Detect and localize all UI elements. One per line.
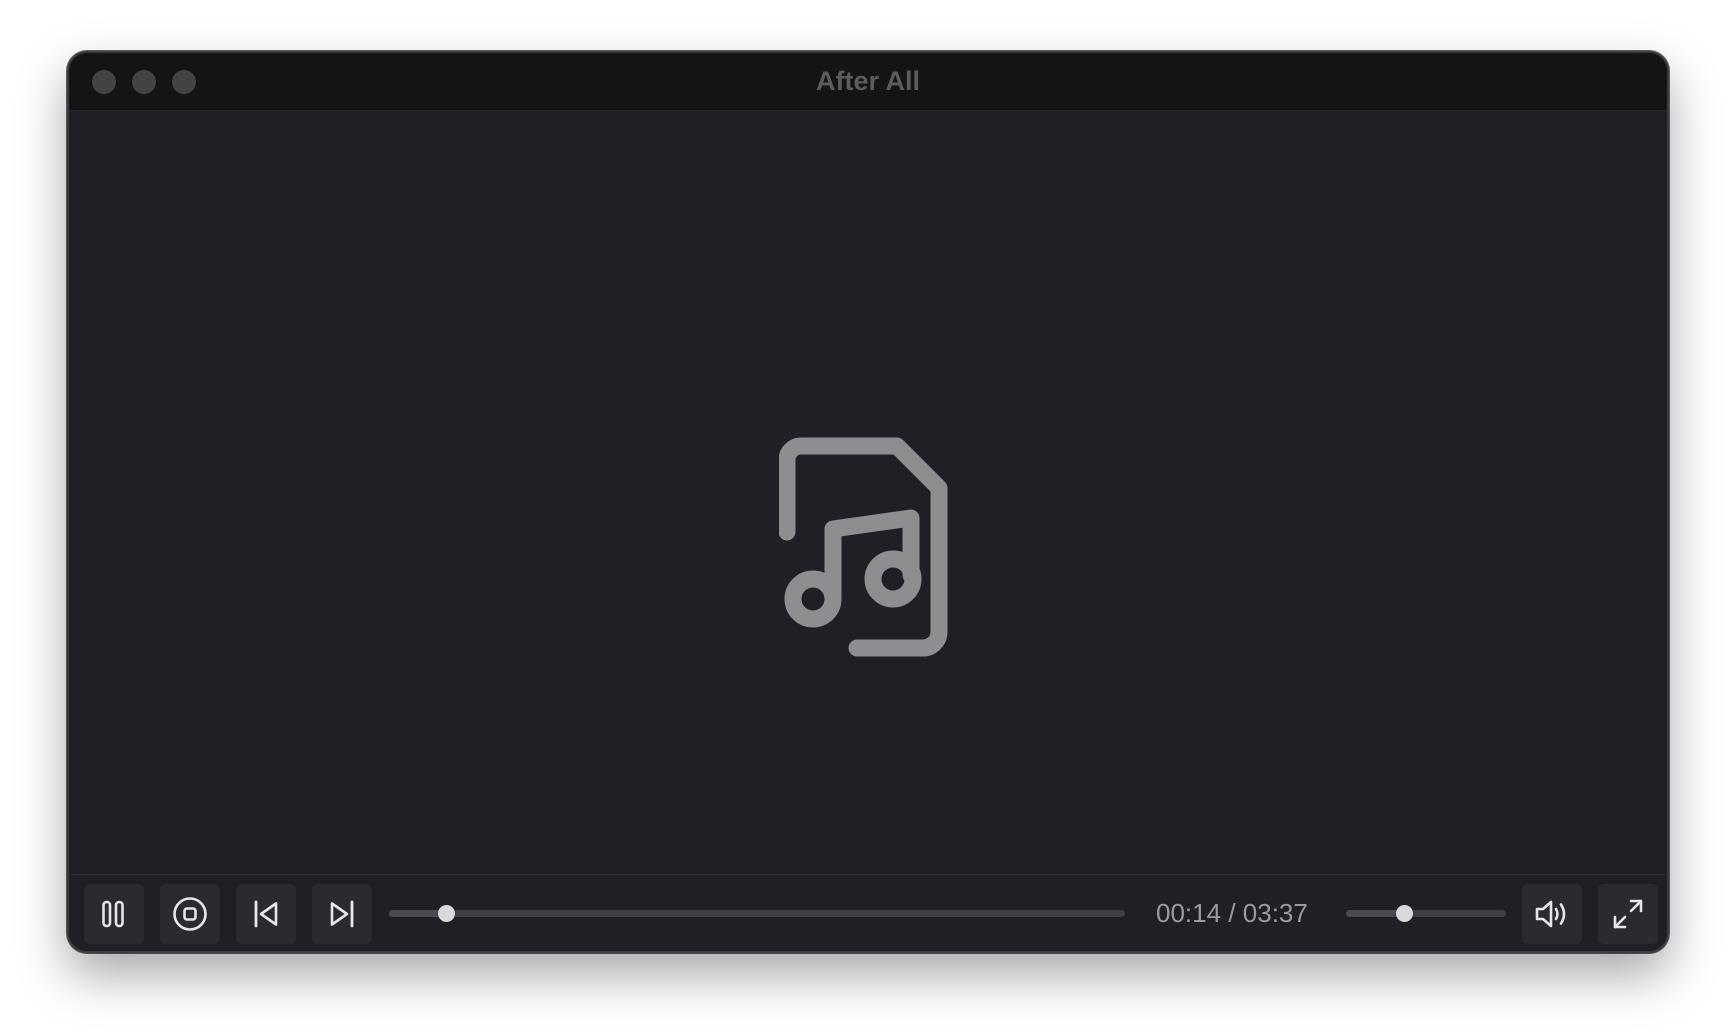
- player-window: After All 00:14 / 03:37: [67, 51, 1669, 953]
- seek-bar[interactable]: [389, 905, 1125, 922]
- expand-icon: [1613, 899, 1643, 929]
- next-track-button[interactable]: [312, 884, 372, 944]
- time-separator: /: [1228, 898, 1236, 928]
- control-bar: 00:14 / 03:37: [69, 874, 1667, 951]
- total-duration: 03:37: [1242, 898, 1308, 928]
- music-file-icon: [779, 437, 948, 657]
- skip-back-icon: [254, 900, 278, 928]
- volume-icon: [1535, 900, 1566, 928]
- volume-button[interactable]: [1522, 884, 1582, 944]
- window-title: After All: [815, 66, 920, 96]
- media-area[interactable]: [69, 111, 1667, 875]
- stop-icon: [173, 897, 207, 931]
- time-display: 00:14 / 03:37: [1156, 875, 1308, 951]
- previous-track-button[interactable]: [236, 884, 296, 944]
- pause-icon: [102, 900, 124, 928]
- title-bar[interactable]: After All: [69, 53, 1667, 111]
- volume-slider-level: [1346, 910, 1404, 917]
- seek-bar-handle[interactable]: [437, 905, 455, 922]
- volume-slider[interactable]: [1346, 905, 1506, 922]
- skip-forward-icon: [330, 900, 354, 928]
- elapsed-time: 00:14: [1156, 898, 1222, 928]
- fullscreen-button[interactable]: [1598, 884, 1658, 944]
- stop-button[interactable]: [160, 884, 220, 944]
- pause-button[interactable]: [84, 884, 144, 944]
- volume-slider-handle[interactable]: [1395, 905, 1413, 922]
